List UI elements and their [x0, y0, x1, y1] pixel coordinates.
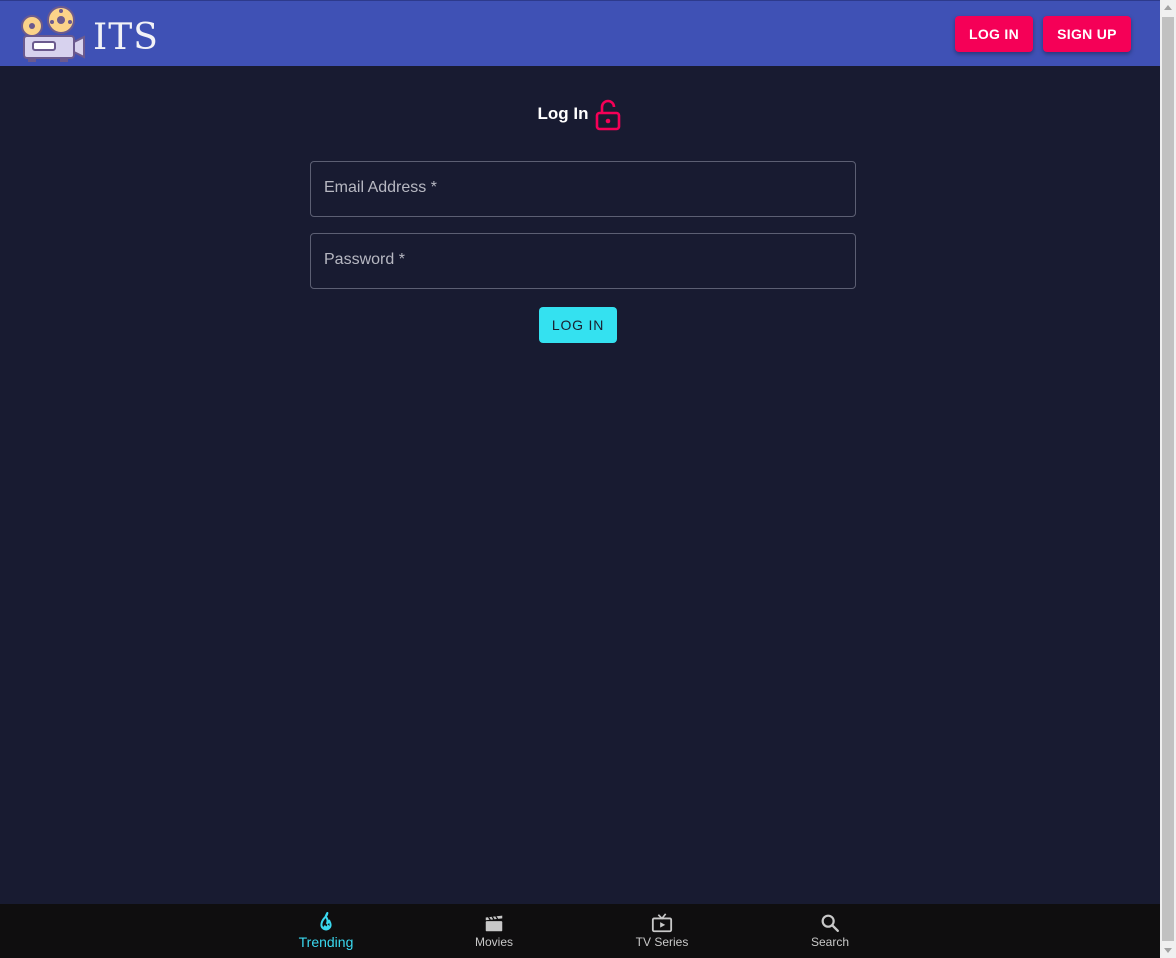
password-field[interactable]: Password * — [310, 233, 856, 289]
nav-label-search: Search — [810, 935, 850, 949]
nav-item-search[interactable]: Search — [770, 904, 890, 958]
password-input[interactable] — [311, 234, 855, 288]
whatshot-icon — [320, 912, 332, 931]
brand-name: ITS — [93, 17, 159, 58]
form-title-row: Log In — [0, 97, 1160, 131]
app-root: ITS LOG IN SIGN UP Log In Email Address … — [0, 0, 1160, 958]
scroll-up-arrow-icon[interactable] — [1160, 0, 1176, 16]
lock-open-icon — [596, 99, 621, 130]
nav-item-trending[interactable]: Trending — [266, 904, 386, 958]
search-icon — [821, 914, 839, 932]
nav-label-tv-series: TV Series — [635, 935, 689, 949]
nav-item-tv-series[interactable]: TV Series — [602, 904, 722, 958]
scroll-down-arrow-icon[interactable] — [1160, 942, 1176, 958]
scrollbar-thumb[interactable] — [1162, 17, 1174, 941]
bottom-navigation: Trending Movies TV Series Search — [0, 904, 1160, 958]
nav-item-movies[interactable]: Movies — [434, 904, 554, 958]
login-submit-button[interactable]: LOG IN — [539, 307, 617, 343]
tv-icon — [651, 913, 673, 933]
header-signup-button[interactable]: SIGN UP — [1043, 16, 1131, 52]
film-projector-logo[interactable] — [18, 4, 88, 64]
top-app-bar: ITS LOG IN SIGN UP — [0, 0, 1160, 66]
form-title: Log In — [537, 104, 589, 123]
email-field[interactable]: Email Address * — [310, 161, 856, 217]
header-login-button[interactable]: LOG IN — [955, 16, 1033, 52]
email-input[interactable] — [311, 162, 855, 216]
movie-icon — [485, 915, 503, 932]
nav-label-trending: Trending — [298, 934, 354, 950]
nav-label-movies: Movies — [474, 935, 513, 949]
vertical-scrollbar[interactable] — [1160, 0, 1176, 958]
